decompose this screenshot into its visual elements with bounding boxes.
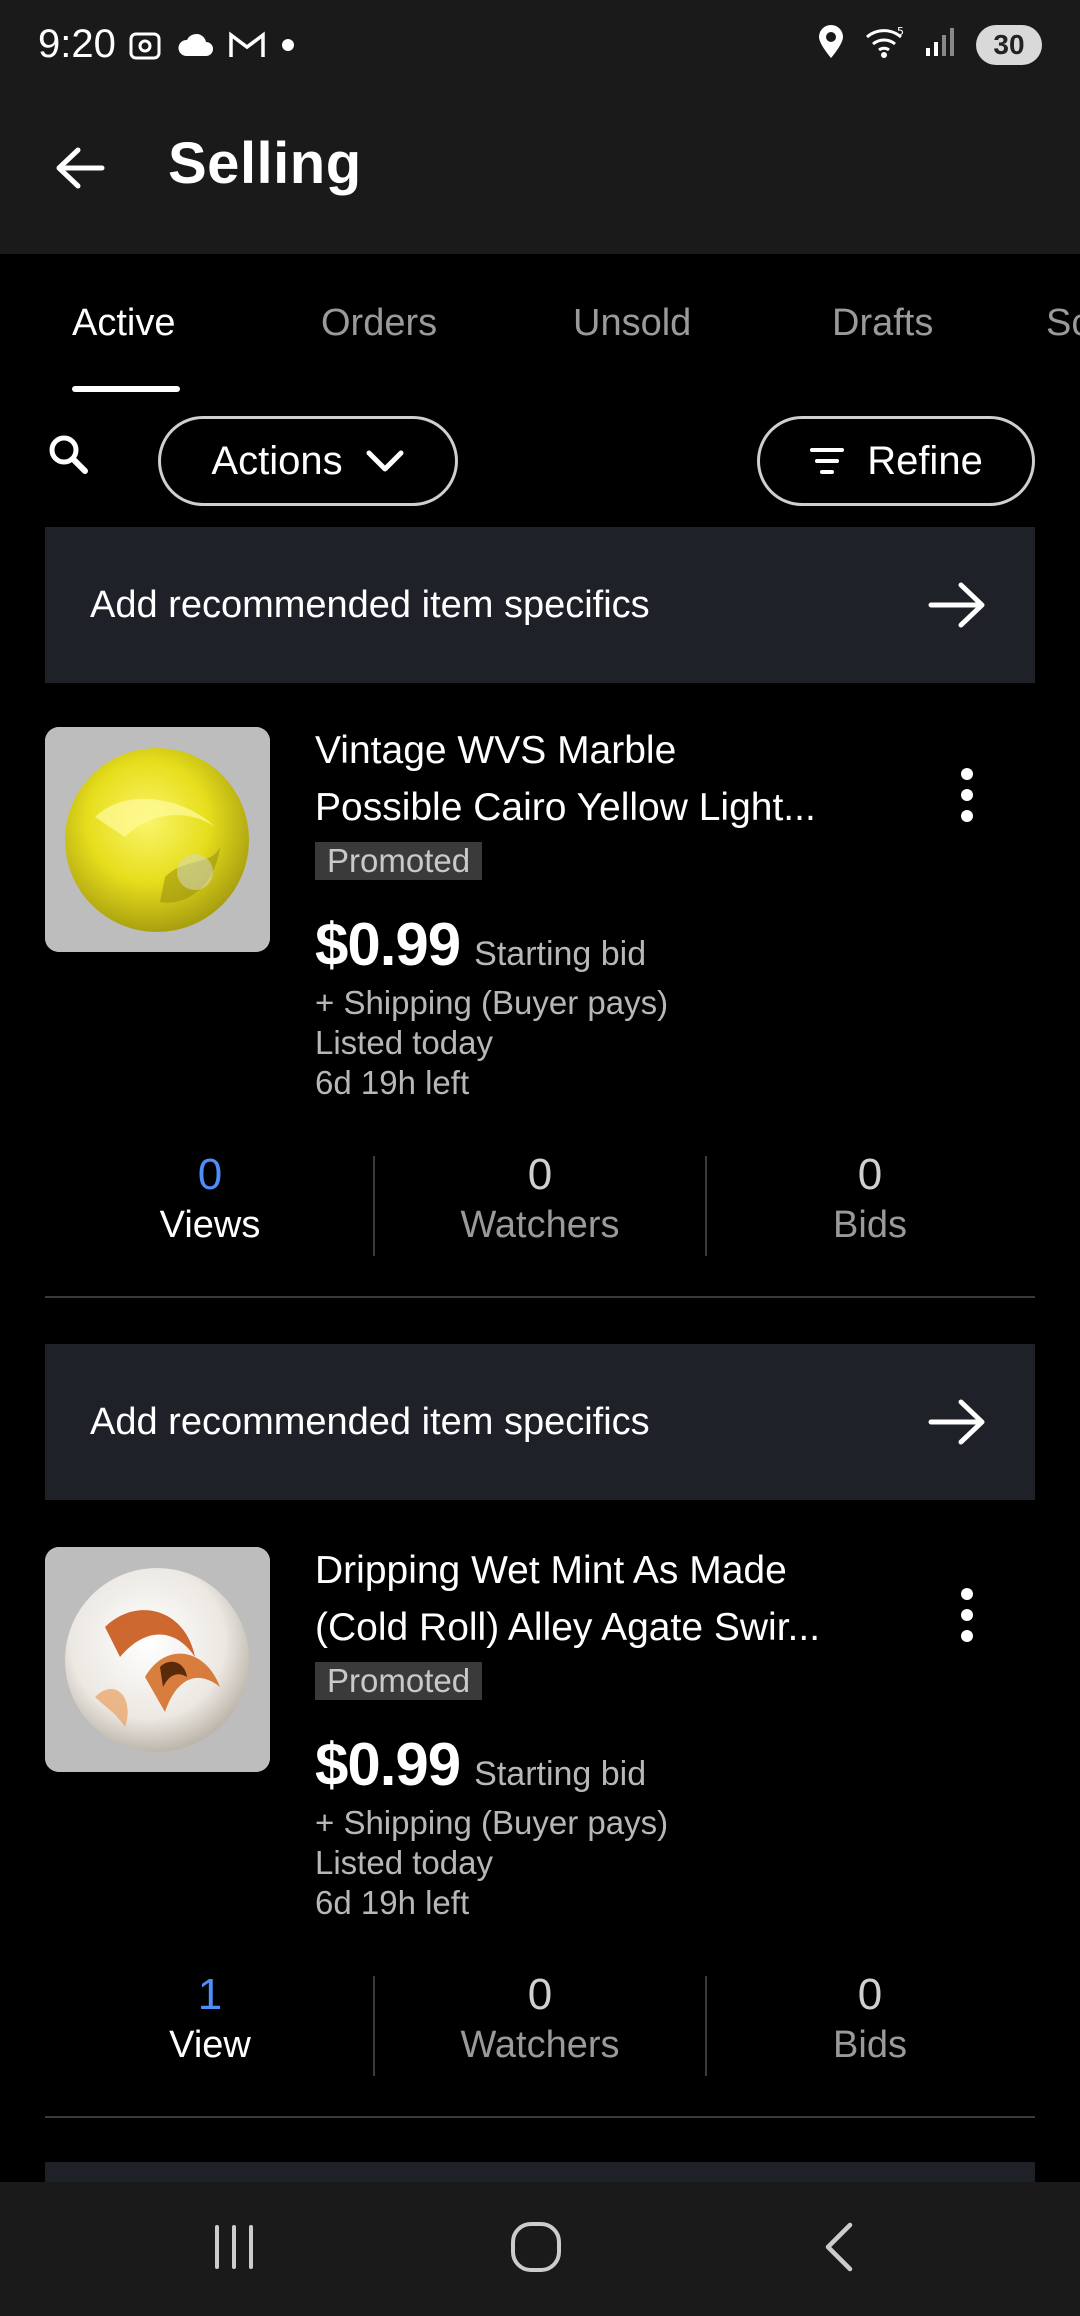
arrow-right-icon [927,1392,987,1452]
tab-active[interactable]: Active [72,302,175,345]
shipping-text: + Shipping (Buyer pays) [315,984,669,1021]
tab-drafts[interactable]: Drafts [832,302,933,345]
price-type: Starting bid [474,935,647,973]
gmail-icon [228,30,266,65]
search-icon [49,435,88,474]
status-bar: 9:20 5 30 [0,0,1080,96]
recent-apps-button[interactable] [194,2212,274,2282]
battery-icon: 30 [976,24,1042,65]
filter-row: Actions Refine [0,394,1080,524]
views-label: View [169,2024,251,2066]
back-nav-icon [825,2222,853,2272]
item-specifics-banner[interactable]: Add recommended item specifics [45,527,1035,683]
status-time: 9:20 [38,22,116,66]
time-left: 6d 19h left [315,1064,470,1101]
refine-label: Refine [867,438,983,483]
back-button[interactable] [50,138,110,198]
cloud-icon [176,30,214,65]
svg-text:5: 5 [897,25,904,38]
listing-divider [45,1296,1035,1298]
watchers-count: 0 [527,1970,553,2019]
actions-label: Actions [211,438,343,483]
notification-icons [128,28,296,67]
dot-icon [280,37,296,58]
listing-stats: 0 Views 0 Watchers 0 Bids [45,1150,1035,1260]
recent-apps-icon [215,2225,253,2269]
signal-icon [924,26,958,63]
bids-label: Bids [833,2024,907,2066]
shipping-text: + Shipping (Buyer pays) [315,1804,669,1841]
page-title: Selling [168,131,362,196]
bids-count: 0 [857,1970,883,2019]
price: $0.99 [315,911,461,978]
more-options-button[interactable] [942,760,992,830]
agate-marble-image [45,1547,270,1772]
watchers-stat: 0 Watchers [375,1970,705,2070]
bids-stat: 0 Bids [705,1970,1035,2070]
price: $0.99 [315,1731,461,1798]
views-count: 0 [197,1150,223,1199]
promoted-badge: Promoted [315,1662,483,1700]
views-label: Views [159,1204,261,1246]
watchers-label: Watchers [460,2024,620,2066]
more-vertical-icon [961,1588,973,1600]
next-banner-peek [45,2162,1035,2182]
listing-title[interactable]: Vintage WVS Marble Possible Cairo Yellow… [315,722,875,836]
screenshot-icon [128,28,162,67]
price-type: Starting bid [474,1755,647,1793]
search-button[interactable] [42,428,94,480]
banner-text: Add recommended item specifics [90,1400,650,1443]
system-icons: 5 30 [816,24,1042,65]
price-row: $0.99 Starting bid [315,1730,646,1799]
time-left: 6d 19h left [315,1884,470,1921]
tab-orders[interactable]: Orders [321,302,437,345]
listing-title-line1: Vintage WVS Marble [315,729,677,772]
banner-text: Add recommended item specifics [90,583,650,626]
views-count: 1 [197,1970,223,2019]
more-vertical-icon [961,768,973,780]
home-button[interactable] [496,2212,576,2282]
listing-meta: + Shipping (Buyer pays) Listed today 6d … [315,983,668,1103]
tab-unsold[interactable]: Unsold [573,302,691,345]
chevron-down-icon [366,450,404,472]
system-nav-bar [0,2182,1080,2316]
promoted-badge: Promoted [315,842,483,880]
arrow-right-icon [927,575,987,635]
listing-meta: + Shipping (Buyer pays) Listed today 6d … [315,1803,668,1923]
listing-title-line2: (Cold Roll) Alley Agate Swir... [315,1606,821,1649]
item-specifics-banner[interactable]: Add recommended item specifics [45,1344,1035,1500]
listing-title-line2: Possible Cairo Yellow Light... [315,786,816,829]
refine-button[interactable]: Refine [757,416,1035,506]
actions-button[interactable]: Actions [158,416,458,506]
more-options-button[interactable] [942,1580,992,1650]
listing-thumbnail[interactable] [45,727,270,952]
views-stat: 0 Views [45,1150,375,1250]
listing-stats: 1 View 0 Watchers 0 Bids [45,1970,1035,2080]
price-row: $0.99 Starting bid [315,910,646,979]
active-tab-indicator [72,386,180,392]
yellow-marble-image [45,727,270,952]
bids-label: Bids [833,1204,907,1246]
app-bar: Selling [0,96,1080,254]
bids-stat: 0 Bids [705,1150,1035,1250]
watchers-label: Watchers [460,1204,620,1246]
tab-bar: Active Orders Unsold Drafts Sc [0,254,1080,394]
listing-divider [45,2116,1035,2118]
watchers-count: 0 [527,1150,553,1199]
listing-thumbnail[interactable] [45,1547,270,1772]
bids-count: 0 [857,1150,883,1199]
views-stat: 1 View [45,1970,375,2070]
listed-date: Listed today [315,1844,493,1881]
arrow-left-icon [56,147,105,189]
listing-title-line1: Dripping Wet Mint As Made [315,1549,787,1592]
listed-date: Listed today [315,1024,493,1061]
listing-title[interactable]: Dripping Wet Mint As Made (Cold Roll) Al… [315,1542,875,1656]
back-nav-button[interactable] [798,2212,878,2282]
wifi-icon: 5 [864,25,906,64]
watchers-stat: 0 Watchers [375,1150,705,1250]
location-icon [816,24,846,65]
home-icon [511,2222,561,2272]
tab-sold[interactable]: Sc [1046,302,1080,345]
filter-icon [810,448,845,474]
